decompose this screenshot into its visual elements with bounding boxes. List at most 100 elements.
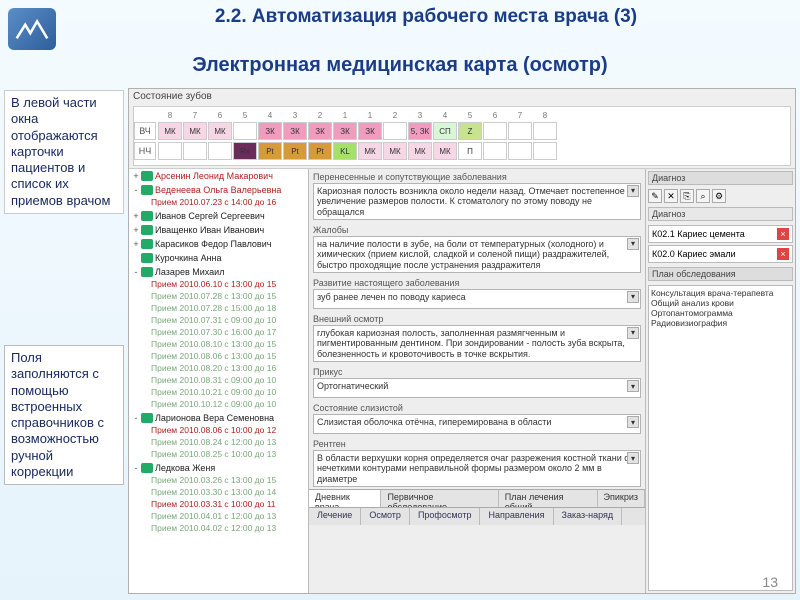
delete-icon[interactable]: × bbox=[777, 248, 789, 260]
tab[interactable]: Направления bbox=[480, 508, 553, 525]
tooth-cell[interactable]: KL bbox=[333, 142, 357, 160]
tooth-cell[interactable]: Z bbox=[458, 122, 482, 140]
patient-row[interactable]: -Ларионова Вера Семеновна bbox=[129, 411, 308, 425]
patient-row[interactable]: -Веденеева Ольга Валерьевна bbox=[129, 183, 308, 197]
tooth-cell[interactable] bbox=[158, 142, 182, 160]
tooth-cell[interactable]: СП bbox=[433, 122, 457, 140]
tooth-cell[interactable] bbox=[233, 122, 257, 140]
diagnosis-toolbar[interactable]: ✎ ✕ ⎘ ⌕ ⚙ bbox=[648, 189, 793, 203]
concomitant-field[interactable]: Кариозная полость возникла около недели … bbox=[313, 183, 641, 220]
tooth-cell[interactable]: ЗК bbox=[258, 122, 282, 140]
appointment-row[interactable]: Прием 2010.07.28 c 13:00 до 15 bbox=[129, 291, 308, 303]
dropdown-icon[interactable]: ▾ bbox=[627, 452, 639, 464]
progress-field[interactable]: зуб ранее лечен по поводу кариеса▾ bbox=[313, 289, 641, 309]
patient-row[interactable]: -Ледкова Женя bbox=[129, 461, 308, 475]
tooth-cell[interactable]: ЗК bbox=[283, 122, 307, 140]
appointment-row[interactable]: Прием 2010.08.10 c 13:00 до 15 bbox=[129, 339, 308, 351]
field-label: Перенесенные и сопутствующие заболевания bbox=[313, 172, 507, 182]
center-tabs[interactable]: Дневник врачаПервичное обследованиеПлан … bbox=[309, 489, 645, 507]
appointment-row[interactable]: Прием 2010.08.06 c 10:00 до 12 bbox=[129, 425, 308, 437]
dropdown-icon[interactable]: ▾ bbox=[627, 416, 639, 428]
xray-field[interactable]: В области верхушки корня определяется оч… bbox=[313, 450, 641, 487]
tooth-cell[interactable]: ЗК bbox=[358, 122, 382, 140]
tooth-cell[interactable] bbox=[508, 142, 532, 160]
tool-icon[interactable]: ✎ bbox=[648, 189, 662, 203]
tooth-cell[interactable]: МК bbox=[408, 142, 432, 160]
tooth-cell[interactable]: 5, ЗК bbox=[408, 122, 432, 140]
tooth-cell[interactable] bbox=[533, 122, 557, 140]
dropdown-icon[interactable]: ▾ bbox=[627, 185, 639, 197]
tooth-cell[interactable]: Pt bbox=[308, 142, 332, 160]
patient-row[interactable]: +Арсенин Леонид Макарович bbox=[129, 169, 308, 183]
appointment-row[interactable]: Прием 2010.03.26 c 13:00 до 15 bbox=[129, 475, 308, 487]
appointment-row[interactable]: Прием 2010.08.06 c 13:00 до 15 bbox=[129, 351, 308, 363]
tooth-cell[interactable]: ЗК bbox=[333, 122, 357, 140]
appointment-row[interactable]: Прием 2010.08.20 c 13:00 до 16 bbox=[129, 363, 308, 375]
tooth-cell[interactable]: Pt bbox=[258, 142, 282, 160]
appointment-row[interactable]: Прием 2010.03.30 c 13:00 до 14 bbox=[129, 487, 308, 499]
tool-icon[interactable]: ⚙ bbox=[712, 189, 726, 203]
appointment-row[interactable]: Прием 2010.08.24 c 12:00 до 13 bbox=[129, 437, 308, 449]
appointment-row[interactable]: Прием 2010.10.21 c 09:00 до 10 bbox=[129, 387, 308, 399]
appointment-row[interactable]: Прием 2010.06.10 c 13:00 до 15 bbox=[129, 279, 308, 291]
tooth-cell[interactable]: МК bbox=[358, 142, 382, 160]
tab[interactable]: Эпикриз bbox=[598, 490, 645, 507]
patient-row[interactable]: +Иващенко Иван Иванович bbox=[129, 223, 308, 237]
appointment-row[interactable]: Прием 2010.03.31 c 10:00 до 11 bbox=[129, 499, 308, 511]
tab[interactable]: План лечения общий bbox=[499, 490, 598, 507]
bite-field[interactable]: Ортогнатический▾ bbox=[313, 378, 641, 398]
tooth-cell[interactable]: МК bbox=[433, 142, 457, 160]
tab[interactable]: Осмотр bbox=[361, 508, 410, 525]
diagnosis-item[interactable]: К02.0 Кариес эмали× bbox=[648, 245, 793, 263]
tooth-cell[interactable] bbox=[483, 142, 507, 160]
tooth-cell[interactable]: П bbox=[458, 142, 482, 160]
tab[interactable]: Первичное обследование bbox=[381, 490, 498, 507]
tab[interactable]: Дневник врача bbox=[309, 490, 381, 507]
dropdown-icon[interactable]: ▾ bbox=[627, 380, 639, 392]
bottom-tabs[interactable]: ЛечениеОсмотрПрофосмотрНаправленияЗаказ-… bbox=[309, 507, 645, 525]
tooth-cell[interactable]: МК bbox=[208, 122, 232, 140]
tooth-cell[interactable] bbox=[383, 122, 407, 140]
appointment-row[interactable]: Прием 2010.07.31 c 09:00 до 10 bbox=[129, 315, 308, 327]
dropdown-icon[interactable]: ▾ bbox=[627, 238, 639, 250]
complaints-field[interactable]: на наличие полости в зубе, на боли от те… bbox=[313, 236, 641, 273]
delete-icon[interactable]: × bbox=[777, 228, 789, 240]
tooth-cell[interactable]: ЗК bbox=[308, 122, 332, 140]
appointment-row[interactable]: Прием 2010.08.31 c 09:00 до 10 bbox=[129, 375, 308, 387]
tooth-cell[interactable]: МК bbox=[183, 122, 207, 140]
mucosa-field[interactable]: Слизистая оболочка отёчна, гиперемирован… bbox=[313, 414, 641, 434]
plan-list[interactable]: Консультация врача-терапевтаОбщий анализ… bbox=[648, 285, 793, 591]
appointment-row[interactable]: Прием 2010.07.23 c 14:00 до 16 bbox=[129, 197, 308, 209]
appointment-row[interactable]: Прием 2010.04.01 c 12:00 до 13 bbox=[129, 511, 308, 523]
appointment-row[interactable]: Прием 2010.07.30 c 16:00 до 17 bbox=[129, 327, 308, 339]
appointment-row[interactable]: Прием 2010.10.12 c 09:00 до 10 bbox=[129, 399, 308, 411]
diagnosis-item[interactable]: К02.1 Кариес цемента× bbox=[648, 225, 793, 243]
tooth-cell[interactable]: МК bbox=[158, 122, 182, 140]
field-label: Состояние слизистой bbox=[313, 403, 403, 413]
appointment-row[interactable]: Прием 2010.07.28 c 15:00 до 18 bbox=[129, 303, 308, 315]
tool-icon[interactable]: ⌕ bbox=[696, 189, 710, 203]
tooth-cell[interactable] bbox=[483, 122, 507, 140]
patient-list[interactable]: +Арсенин Леонид Макарович-Веденеева Ольг… bbox=[129, 169, 309, 593]
external-exam-field[interactable]: глубокая кариозная полость, заполненная … bbox=[313, 325, 641, 362]
appointment-row[interactable]: Прием 2010.04.02 c 12:00 до 13 bbox=[129, 523, 308, 535]
tool-icon[interactable]: ✕ bbox=[664, 189, 678, 203]
tooth-cell[interactable] bbox=[508, 122, 532, 140]
tooth-cell[interactable]: Rx bbox=[233, 142, 257, 160]
tab[interactable]: Лечение bbox=[309, 508, 361, 525]
tab[interactable]: Профосмотр bbox=[410, 508, 481, 525]
tab[interactable]: Заказ-наряд bbox=[554, 508, 623, 525]
tooth-cell[interactable]: Pt bbox=[283, 142, 307, 160]
tooth-cell[interactable] bbox=[183, 142, 207, 160]
patient-row[interactable]: +Иванов Сергей Сергеевич bbox=[129, 209, 308, 223]
patient-row[interactable]: -Лазарев Михаил bbox=[129, 265, 308, 279]
tool-icon[interactable]: ⎘ bbox=[680, 189, 694, 203]
patient-row[interactable]: +Карасиков Федор Павлович bbox=[129, 237, 308, 251]
patient-row[interactable]: Курочкина Анна bbox=[129, 251, 308, 265]
tooth-cell[interactable] bbox=[208, 142, 232, 160]
tooth-cell[interactable]: МК bbox=[383, 142, 407, 160]
appointment-row[interactable]: Прием 2010.08.25 c 10:00 до 13 bbox=[129, 449, 308, 461]
dropdown-icon[interactable]: ▾ bbox=[627, 327, 639, 339]
dropdown-icon[interactable]: ▾ bbox=[627, 291, 639, 303]
tooth-cell[interactable] bbox=[533, 142, 557, 160]
